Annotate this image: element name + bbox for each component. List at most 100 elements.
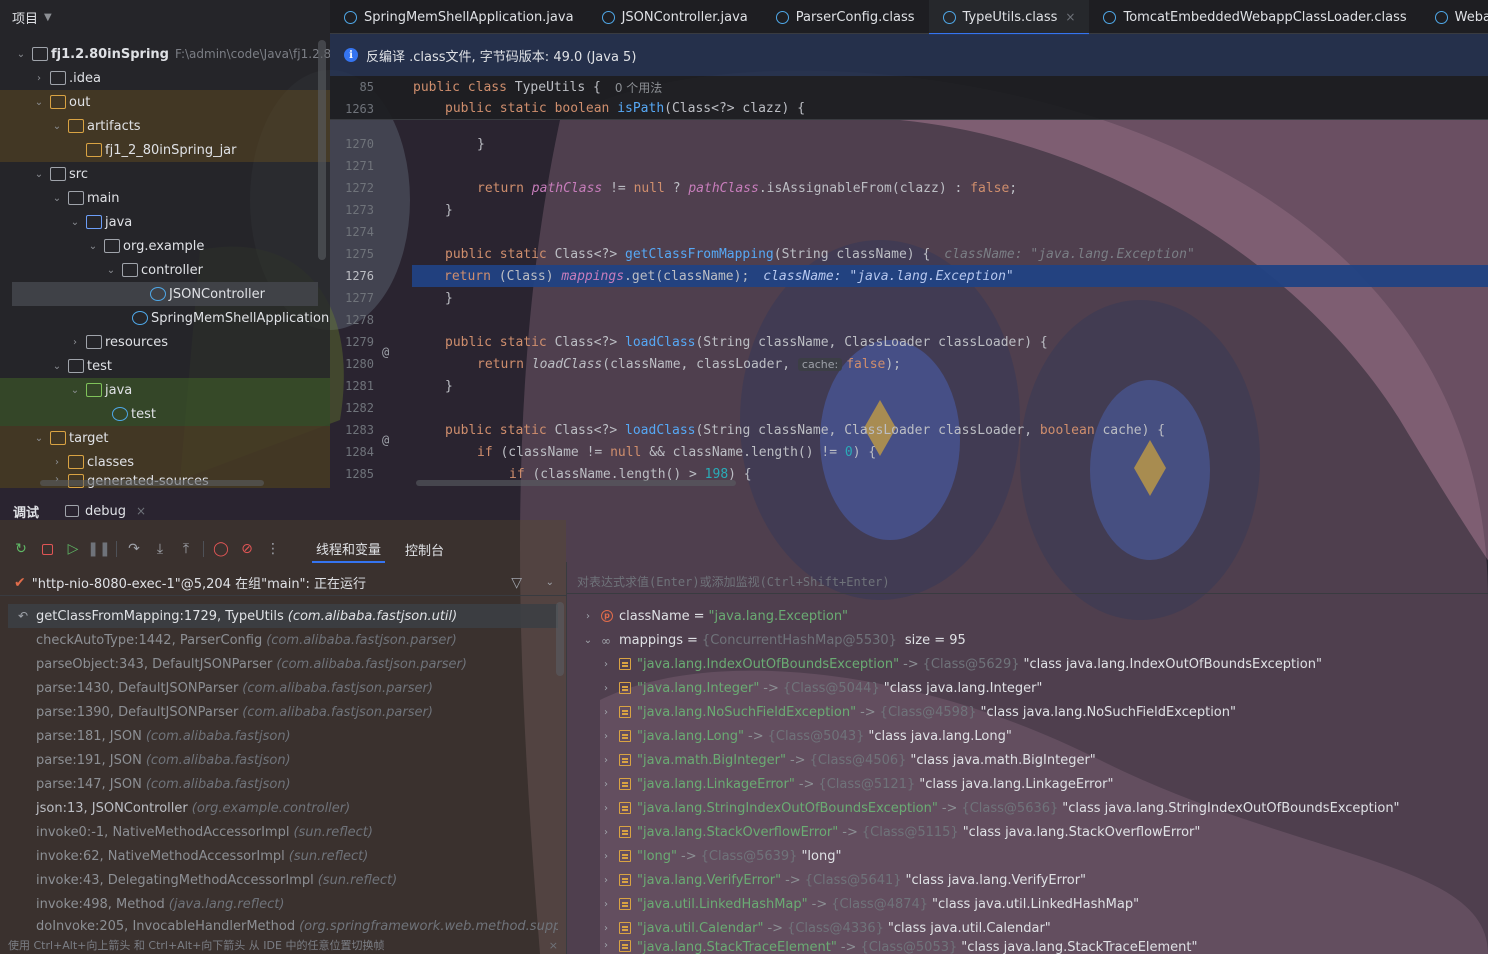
map-entry-row[interactable]: › "java.lang.LinkageError" -> {Class@5121} "… [567,772,1488,796]
chevron-down-icon[interactable]: ⌄ [581,635,595,646]
code-line-1279[interactable]: 1279 @ public static Class<?> loadClass(… [330,331,1488,360]
thread-selector[interactable]: ✔ "http-nio-8080-exec-1"@5,204 在组"main":… [0,570,566,596]
map-entry-row[interactable]: › "java.lang.NoSuchFieldException" -> {Clas… [567,700,1488,724]
map-entry-row[interactable]: › "java.lang.VerifyError" -> {Class@5641} "c… [567,868,1488,892]
tree-item-test-class[interactable]: test [0,402,330,426]
map-entry-row[interactable]: › "java.lang.StackOverflowError" -> {Class@… [567,820,1488,844]
filter-icon[interactable]: ▽ [511,575,522,591]
tree-item-idea[interactable]: › .idea [0,66,101,90]
code-line-1273[interactable]: 1273 } [330,199,1488,221]
code-line-1275[interactable]: 1275 public static Class<?> getClassFrom… [330,243,1488,265]
variable-row[interactable]: › p className = "java.lang.Exception" [567,604,1488,628]
close-icon[interactable]: × [1065,10,1075,24]
map-entry-row[interactable]: › "java.util.LinkedHashMap" -> {Class@4874}… [567,892,1488,916]
tree-item-java[interactable]: ⌄ java [0,210,132,234]
code-line-1274[interactable]: 1274 [330,221,1488,243]
code-line-1282[interactable]: 1282 [330,397,1488,419]
frame-row[interactable]: parse:181, JSON (com.alibaba.fastjson) [8,724,558,748]
module-folder-icon [32,47,48,61]
map-entry-row[interactable]: › "java.lang.IndexOutOfBoundsException" ->… [567,652,1488,676]
project-header[interactable]: 项目 ▼ [0,0,330,34]
frame-row[interactable]: parse:147, JSON (com.alibaba.fastjson) [8,772,558,796]
resume-icon[interactable]: ▷ [60,537,86,561]
map-entry-row[interactable]: › "java.lang.StackTraceElement" -> {Class@5… [567,940,1488,954]
frame-row[interactable]: parse:1390, DefaultJSONParser (com.alibab… [8,700,558,724]
mute-breakpoints-icon[interactable]: ⊘ [234,537,260,561]
usage-hint[interactable]: 0 个用法 [615,79,662,96]
frame-row[interactable]: parse:1430, DefaultJSONParser (com.alibab… [8,676,558,700]
map-entry-row[interactable]: › "long" -> {Class@5639} "long" [567,844,1488,868]
frames-scrollbar[interactable] [556,602,564,676]
sticky-line-class[interactable]: 85 public class TypeUtils { 0 个用法 [330,76,1488,98]
variable-row[interactable]: ⌄ ∞ mappings = {ConcurrentHashMap@5530} si… [567,628,1488,652]
tree-item-springmemshellapplication[interactable]: SpringMemShellApplication [0,306,329,330]
tab-threads-variables[interactable]: 线程和变量 [312,536,386,563]
tab-webappcl[interactable]: WebappCl [1421,0,1488,34]
chevron-down-icon[interactable]: ⌄ [546,577,554,588]
sticky-line-method[interactable]: 1263 public static boolean isPath(Class<… [330,98,1488,120]
code-line-1272[interactable]: 1272 return pathClass != null ? pathClas… [330,177,1488,199]
tree-item-out[interactable]: ⌄ out [0,90,330,114]
tree-item-root[interactable]: ⌄ fj1.2.80inSpring F:\admin\code\Java\fj… [0,42,330,66]
frame-row[interactable]: parse:191, JSON (com.alibaba.fastjson) [8,748,558,772]
tab-tomcatembeddedwebappclassloader[interactable]: TomcatEmbeddedWebappClassLoader.class [1089,0,1420,34]
tree-item-target[interactable]: ⌄ target [0,426,330,450]
close-icon[interactable]: × [549,939,558,952]
tree-item-resources[interactable]: › resources [0,330,168,354]
tree-item-jar[interactable]: fj1_2_80inSpring_jar [0,138,330,162]
frame-row[interactable]: doInvoke:205, InvocableHandlerMethod (org… [8,916,558,936]
code-line-1276-current[interactable]: return (Class) mappings.get(className); … [412,265,1488,287]
tab-typeutils[interactable]: TypeUtils.class × [928,0,1090,35]
step-over-icon[interactable]: ↷ [121,537,147,561]
frame-row[interactable]: invoke0:-1, NativeMethodAccessorImpl (sun… [8,820,558,844]
tree-item-artifacts[interactable]: ⌄ artifacts [0,114,330,138]
code-editor[interactable]: 85 public class TypeUtils { 0 个用法 1263 p… [330,76,1488,488]
map-entry-row[interactable]: › "java.lang.Integer" -> {Class@5044} "class… [567,676,1488,700]
map-entry-row[interactable]: › "java.lang.Long" -> {Class@5043} "class ja… [567,724,1488,748]
tab-console[interactable]: 控制台 [401,537,448,562]
frame-row[interactable]: invoke:62, NativeMethodAccessorImpl (sun.… [8,844,558,868]
tree-item-controller[interactable]: ⌄ controller [0,258,203,282]
pause-icon[interactable]: ❚❚ [86,537,112,561]
chevron-right-icon[interactable]: › [581,611,595,622]
code-line-1283[interactable]: 1283 @ public static Class<?> loadClass(… [330,419,1488,448]
tree-item-main[interactable]: ⌄ main [0,186,120,210]
tree-item-classes[interactable]: › classes [0,450,330,474]
frame-row[interactable]: parseObject:343, DefaultJSONParser (com.a… [8,652,558,676]
evaluate-expression-input[interactable]: 对表达式求值(Enter)或添加监视(Ctrl+Shift+Enter) [567,570,1488,594]
code-line-1271[interactable]: 1271 [330,155,1488,177]
code-line-1284[interactable]: 1284 if (className != null && className.… [330,441,1488,463]
tree-item-src[interactable]: ⌄ src [0,162,88,186]
tree-item-jsoncontroller[interactable]: JSONController [12,282,318,306]
code-line-1270[interactable]: 1270 } [330,133,1488,155]
code-line-1281[interactable]: 1281 } [330,375,1488,397]
code-line-1278[interactable]: 1278 [330,309,1488,331]
tab-jsoncontroller[interactable]: JSONController.java [588,0,762,34]
tree-item-org-example[interactable]: ⌄ org.example [0,234,205,258]
tree-item-test[interactable]: ⌄ test [0,354,112,378]
stop-icon[interactable] [34,537,60,561]
map-entry-row[interactable]: › "java.math.BigInteger" -> {Class@4506} "cl… [567,748,1488,772]
step-out-icon[interactable]: ⤒ [173,537,199,561]
code-line-1280[interactable]: 1280 return loadClass(className, classLo… [330,353,1488,375]
step-into-icon[interactable]: ⤓ [147,537,173,561]
project-hscrollbar[interactable] [40,480,264,486]
map-entry-row[interactable]: › "java.util.Calendar" -> {Class@4336} "clas… [567,916,1488,940]
debug-session-tab[interactable]: debug × [65,504,146,519]
tab-springmemshellapplication[interactable]: SpringMemShellApplication.java [330,0,588,34]
more-options-icon[interactable]: ⋮ [260,537,286,561]
frame-row[interactable]: checkAutoType:1442, ParserConfig (com.ali… [8,628,558,652]
frame-row[interactable]: invoke:43, DelegatingMethodAccessorImpl(… [8,868,558,892]
tab-parserconfig[interactable]: ParserConfig.class [762,0,929,34]
frame-row[interactable]: invoke:498, Method (java.lang.reflect) [8,892,558,916]
tree-item-test-java[interactable]: ⌄ java [0,378,330,402]
close-icon[interactable]: × [136,504,146,518]
rerun-icon[interactable]: ↻ [8,537,34,561]
map-entry-row[interactable]: › "java.lang.StringIndexOutOfBoundsExcept… [567,796,1488,820]
frame-row[interactable]: ↶ getClassFromMapping:1729, TypeUtils (co… [8,604,558,628]
editor-hscrollbar[interactable] [416,480,736,486]
frame-row[interactable]: json:13, JSONController (org.example.cont… [8,796,558,820]
view-breakpoints-icon[interactable]: ◯ [208,537,234,561]
code-line-1277[interactable]: 1277 } [330,287,1488,309]
project-scrollbar[interactable] [318,40,326,260]
